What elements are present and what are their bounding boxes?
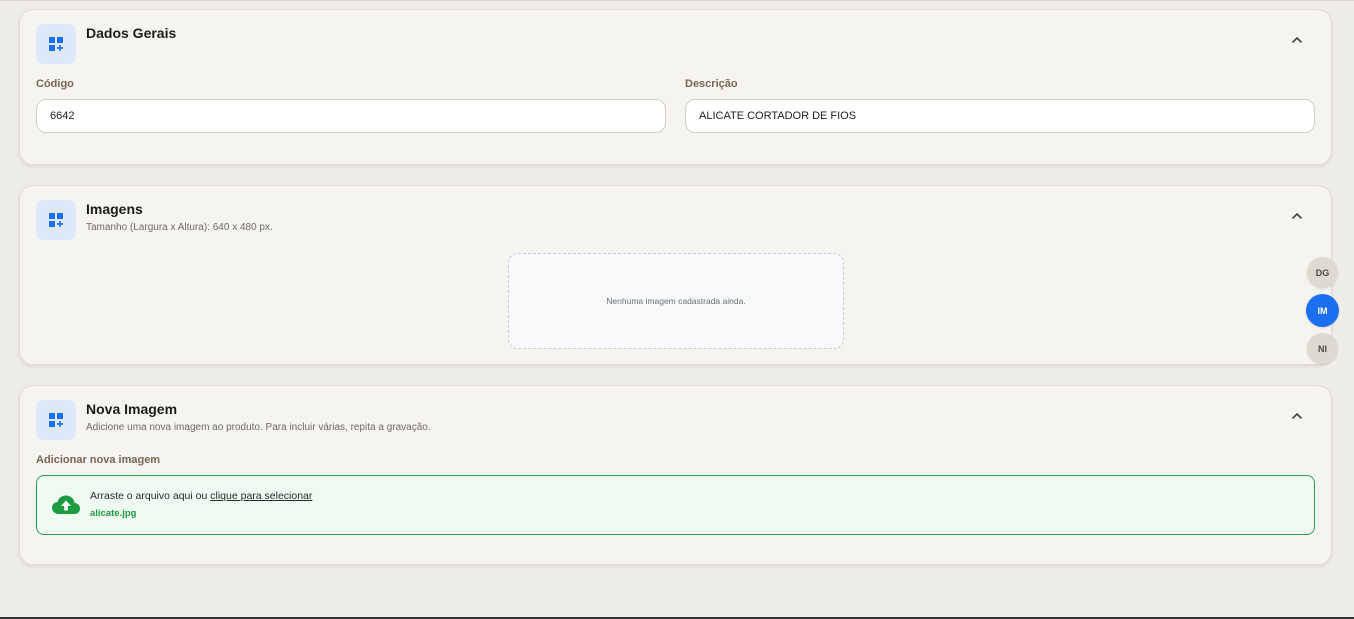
empty-images-placeholder: Nenhuma imagem cadastrada ainda. (508, 253, 844, 349)
cloud-upload-icon (51, 494, 81, 516)
section-nova-imagem: Nova Imagem Adicione uma nova imagem ao … (19, 385, 1332, 565)
grid-add-icon (36, 400, 76, 440)
section-header: Dados Gerais (36, 24, 1315, 64)
descricao-label: Descrição (685, 78, 738, 90)
selected-file-name: alicate.jpg (90, 508, 137, 519)
upload-instructions: Arraste o arquivo aqui ou clique para se… (90, 490, 312, 502)
section-subtitle: Tamanho (Largura x Altura): 640 x 480 px… (86, 222, 273, 233)
codigo-label: Código (36, 78, 74, 90)
codigo-input[interactable] (36, 99, 666, 133)
section-header: Imagens Tamanho (Largura x Altura): 640 … (36, 200, 1315, 240)
nova-imagem-label: Adicionar nova imagem (36, 454, 161, 466)
section-imagens: Imagens Tamanho (Largura x Altura): 640 … (19, 185, 1332, 365)
section-title: Nova Imagem (86, 401, 178, 417)
grid-add-icon (36, 200, 76, 240)
nav-dot-nova-imagem[interactable]: NI (1307, 333, 1338, 364)
section-header: Nova Imagem Adicione uma nova imagem ao … (36, 400, 1315, 440)
section-subtitle: Adicione uma nova imagem ao produto. Par… (86, 422, 431, 433)
page: Dados Gerais Código Descrição Imagens Ta (0, 0, 1354, 619)
chevron-up-icon[interactable] (1287, 406, 1307, 426)
file-upload-dropzone[interactable]: Arraste o arquivo aqui ou clique para se… (36, 475, 1315, 535)
grid-add-icon (36, 24, 76, 64)
section-dados-gerais: Dados Gerais Código Descrição (19, 9, 1332, 165)
upload-instruction-text: Arraste o arquivo aqui ou (90, 490, 211, 502)
nav-dot-dados-gerais[interactable]: DG (1307, 257, 1338, 288)
section-title: Dados Gerais (86, 25, 177, 41)
descricao-input[interactable] (685, 99, 1315, 133)
chevron-up-icon[interactable] (1287, 206, 1307, 226)
chevron-up-icon[interactable] (1287, 30, 1307, 50)
section-title: Imagens (86, 201, 143, 217)
nav-dot-imagens[interactable]: IM (1306, 294, 1339, 327)
select-file-link[interactable]: clique para selecionar (210, 490, 312, 502)
